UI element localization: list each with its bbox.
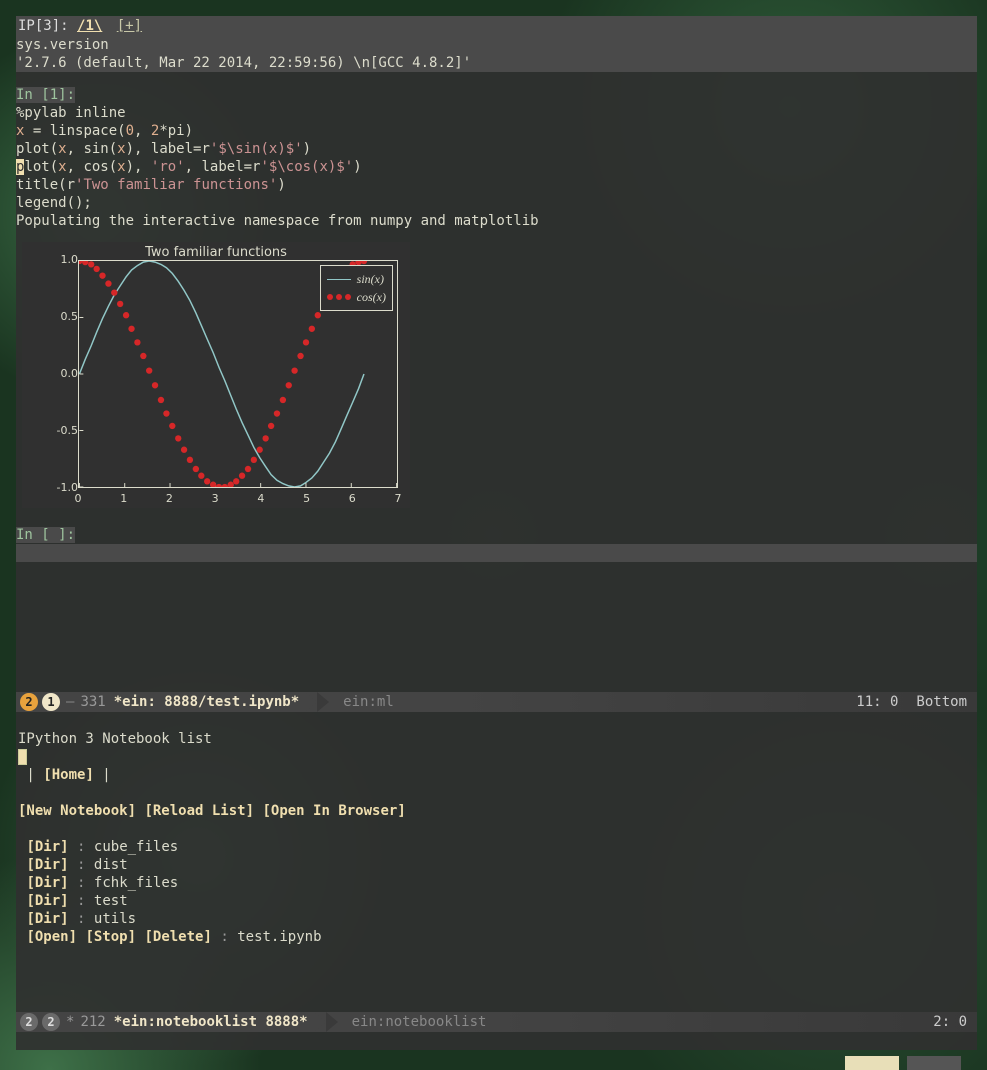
code-line[interactable]: %pylab inline	[16, 105, 126, 121]
nblist-new-notebook[interactable]: [New Notebook]	[18, 803, 136, 819]
cell-empty-prompt[interactable]: In [ ]:	[16, 527, 75, 543]
nblist-open-browser[interactable]: [Open In Browser]	[262, 803, 405, 819]
nblist-dir-tag[interactable]: [Dir]	[26, 893, 68, 909]
nblist-open[interactable]: [Open]	[26, 929, 77, 945]
tab-active[interactable]: /1\	[77, 18, 102, 34]
tab-add[interactable]: [+]	[117, 18, 142, 34]
modeline-position: 2: 0	[933, 1013, 967, 1031]
cell-0-output: sys.version '2.7.6 (default, Mar 22 2014…	[16, 36, 977, 72]
nblist-delete[interactable]: [Delete]	[144, 929, 211, 945]
modeline-badge-2: 2	[42, 1013, 60, 1031]
tab-bar: IP[3]: /1\ [+]	[16, 16, 977, 36]
notebooklist-buffer[interactable]: IPython 3 Notebook list | [Home] | [New …	[16, 712, 977, 1012]
cell-1-stdout: Populating the interactive namespace fro…	[16, 213, 539, 229]
nblist-dir-name[interactable]: dist	[94, 857, 128, 873]
nblist-dir-name[interactable]: cube_files	[94, 839, 178, 855]
modeline-bottom: Bottom	[916, 693, 967, 711]
nblist-header: IPython 3 Notebook list	[18, 731, 212, 747]
modeline-buffer-name: *ein: 8888/test.ipynb*	[114, 693, 299, 711]
taskbar-blocks	[845, 1056, 961, 1070]
nblist-dir-name[interactable]: utils	[94, 911, 136, 927]
modeline-bottom: 2 2 * 212 *ein:notebooklist 8888* ein:no…	[16, 1012, 977, 1032]
modeline-buffer-name: *ein:notebooklist 8888*	[114, 1013, 308, 1031]
nblist-dir-tag[interactable]: [Dir]	[26, 857, 68, 873]
legend-label-sin: sin(x)	[357, 270, 384, 288]
modeline-major-mode: ein:ml	[343, 693, 394, 711]
cell-1-prompt: In [1]:	[16, 87, 75, 103]
modeline-top: 2 1 — 331 *ein: 8888/test.ipynb* ein:ml …	[16, 692, 977, 712]
legend-dots-icon	[327, 294, 351, 300]
modeline-badge-2: 1	[42, 693, 60, 711]
modeline-major-mode: ein:notebooklist	[352, 1013, 487, 1031]
cell-empty-body[interactable]	[16, 544, 977, 562]
nblist-stop[interactable]: [Stop]	[85, 929, 136, 945]
nblist-dir-name[interactable]: test	[94, 893, 128, 909]
chart-output: Two familiar functions sin(x) cos(x) -1.…	[22, 242, 410, 508]
tab-prefix: IP[3]:	[18, 18, 77, 34]
nblist-file-name[interactable]: test.ipynb	[237, 929, 321, 945]
minibuffer[interactable]	[16, 1032, 977, 1050]
modeline-badge-1: 2	[20, 693, 38, 711]
cell-1[interactable]: In [1]: %pylab inline x = linspace(0, 2*…	[16, 86, 977, 230]
modeline-position: 11: 0	[856, 693, 898, 711]
nblist-dir-tag[interactable]: [Dir]	[26, 839, 68, 855]
legend-label-cos: cos(x)	[357, 288, 386, 306]
nblist-dir-tag[interactable]: [Dir]	[26, 911, 68, 927]
nblist-dir-name[interactable]: fchk_files	[94, 875, 178, 891]
nblist-cursor	[18, 749, 27, 765]
nblist-home-link[interactable]: [Home]	[43, 767, 94, 783]
legend-line-icon	[327, 279, 351, 280]
chart-plot-area: sin(x) cos(x)	[78, 260, 398, 488]
chart-legend: sin(x) cos(x)	[320, 265, 393, 311]
notebook-buffer[interactable]: IP[3]: /1\ [+] sys.version '2.7.6 (defau…	[16, 16, 977, 692]
nblist-reload[interactable]: [Reload List]	[144, 803, 254, 819]
modeline-badge-1: 2	[20, 1013, 38, 1031]
nblist-dir-tag[interactable]: [Dir]	[26, 875, 68, 891]
